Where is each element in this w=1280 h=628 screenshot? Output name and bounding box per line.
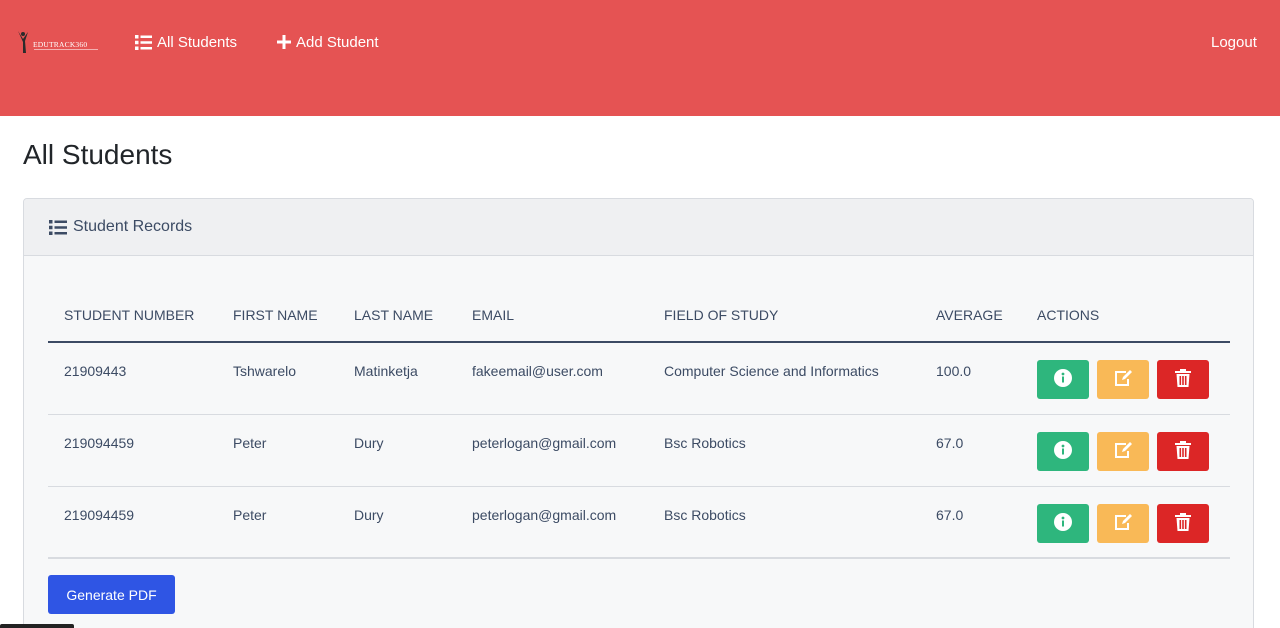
column-header: AVERAGE xyxy=(920,288,1021,343)
students-table: STUDENT NUMBER FIRST NAME LAST NAME EMAI… xyxy=(48,288,1230,559)
actions-cell xyxy=(1021,414,1230,487)
edit-button[interactable] xyxy=(1097,431,1149,471)
plus-icon xyxy=(277,35,291,49)
column-header: STUDENT NUMBER xyxy=(48,288,217,343)
list-icon xyxy=(49,219,67,235)
edit-button[interactable] xyxy=(1097,503,1149,543)
brand-logo[interactable]: EDUTRACK360 xyxy=(16,28,98,56)
edit-icon xyxy=(1113,441,1133,462)
nav-add-student-label: Add Student xyxy=(296,33,379,51)
delete-button[interactable] xyxy=(1157,360,1209,399)
column-header: FIRST NAME xyxy=(217,288,338,343)
edit-button[interactable] xyxy=(1097,360,1149,399)
table-row: 219094459 Peter Dury peterlogan@gmail.co… xyxy=(48,486,1230,559)
trash-icon xyxy=(1175,369,1191,390)
edit-icon xyxy=(1113,369,1133,390)
view-details-button[interactable] xyxy=(1037,360,1089,399)
brand-text: EDUTRACK360 xyxy=(33,40,88,50)
trash-icon xyxy=(1175,512,1191,534)
average-cell: 67.0 xyxy=(920,414,1021,487)
field-of-study-cell: Bsc Robotics xyxy=(648,414,920,487)
column-header: ACTIONS xyxy=(1021,288,1230,343)
actions-cell xyxy=(1021,486,1230,559)
student-records-card: Student Records STUDENT NUMBER FIRST NAM… xyxy=(23,198,1254,628)
delete-button[interactable] xyxy=(1157,431,1209,471)
student-number-cell: 219094459 xyxy=(48,486,217,559)
list-icon xyxy=(135,34,152,50)
generate-pdf-button[interactable]: Generate PDF xyxy=(48,575,175,614)
logout-link[interactable]: Logout xyxy=(1211,31,1257,53)
first-name-cell: Peter xyxy=(217,486,338,559)
last-name-cell: Matinketja xyxy=(338,342,456,415)
nav-add-student[interactable]: Add Student xyxy=(277,31,379,53)
info-icon xyxy=(1054,440,1072,462)
info-icon xyxy=(1054,512,1072,534)
column-header: LAST NAME xyxy=(338,288,456,343)
table-row: 219094459 Peter Dury peterlogan@gmail.co… xyxy=(48,414,1230,487)
delete-button[interactable] xyxy=(1157,503,1209,543)
top-navbar: EDUTRACK360 All Students Add Student Log… xyxy=(0,0,1280,116)
student-number-cell: 219094459 xyxy=(48,414,217,487)
table-header-row: STUDENT NUMBER FIRST NAME LAST NAME EMAI… xyxy=(48,288,1230,343)
last-name-cell: Dury xyxy=(338,486,456,559)
card-header-title: Student Records xyxy=(73,218,193,235)
field-of-study-cell: Computer Science and Informatics xyxy=(648,342,920,415)
average-cell: 67.0 xyxy=(920,486,1021,559)
email-cell: peterlogan@gmail.com xyxy=(456,414,648,487)
brand-underline xyxy=(34,49,98,50)
first-name-cell: Peter xyxy=(217,414,338,487)
actions-cell xyxy=(1021,342,1230,415)
table-row: 21909443 Tshwarelo Matinketja fakeemail@… xyxy=(48,342,1230,415)
trash-icon xyxy=(1175,440,1191,462)
first-name-cell: Tshwarelo xyxy=(217,342,338,415)
logo-figure-icon xyxy=(16,29,32,55)
view-details-button[interactable] xyxy=(1037,503,1089,543)
view-details-button[interactable] xyxy=(1037,431,1089,471)
info-icon xyxy=(1054,369,1072,390)
column-header: FIELD OF STUDY xyxy=(648,288,920,343)
nav-all-students[interactable]: All Students xyxy=(135,31,237,53)
edit-icon xyxy=(1113,513,1133,534)
column-header: EMAIL xyxy=(456,288,648,343)
email-cell: peterlogan@gmail.com xyxy=(456,486,648,559)
page-title: All Students xyxy=(23,139,173,170)
nav-all-students-label: All Students xyxy=(157,33,238,51)
field-of-study-cell: Bsc Robotics xyxy=(648,486,920,559)
last-name-cell: Dury xyxy=(338,414,456,487)
bottom-overlay-bar xyxy=(0,624,74,628)
average-cell: 100.0 xyxy=(920,342,1021,415)
email-cell: fakeemail@user.com xyxy=(456,342,648,415)
card-header: Student Records xyxy=(24,199,1253,256)
student-number-cell: 21909443 xyxy=(48,342,217,415)
